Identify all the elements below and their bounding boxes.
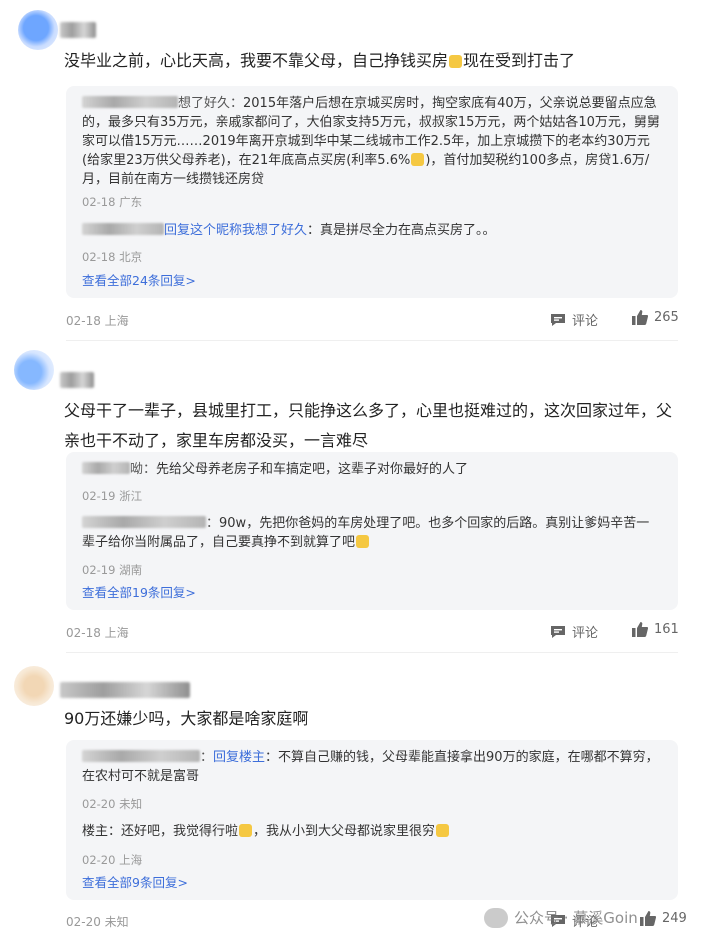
replies-box: 想了好久：2015年落户后想在京城买房时，掏空家底有40万，父亲说总要留点应急的…: [66, 86, 678, 298]
emoji-icon: [449, 55, 463, 68]
username[interactable]: [60, 372, 94, 388]
reply-meta: 02-19 湖南: [82, 563, 143, 577]
reply-username[interactable]: 楼主: [82, 824, 108, 839]
reply-2: ：90w，先把你爸妈的车房处理了吧。也多个回家的后路。真别让爹妈辛苦一辈子给你当…: [82, 516, 650, 550]
comment-button[interactable]: 评论: [550, 622, 598, 641]
thumbs-up-icon: [632, 622, 648, 637]
view-all-replies-link[interactable]: 查看全部9条回复>: [82, 872, 188, 891]
reply-1: 呦：先给父母养老房子和车搞定吧，这辈子对你最好的人了: [82, 460, 662, 479]
divider: [66, 652, 678, 653]
reply-username[interactable]: [82, 462, 130, 474]
username[interactable]: [60, 682, 190, 698]
comment-date: 02-18 上海: [66, 626, 129, 640]
reply-to-link[interactable]: 回复这个昵称我想了好久: [164, 223, 307, 238]
reply-2: 楼主：还好吧，我觉得行啦 ，我从小到大父母都说家里很穷: [82, 822, 662, 841]
emoji-icon: [436, 824, 450, 837]
like-button[interactable]: 161: [632, 622, 679, 637]
replies-box: ：回复楼主：不算自己赚的钱，父母辈能直接拿出90万的家庭，在哪都不算穷，在农村可…: [66, 740, 678, 900]
comment-date: 02-18 上海: [66, 314, 129, 328]
divider: [66, 340, 678, 341]
wechat-icon: [484, 907, 508, 928]
emoji-icon: [356, 535, 370, 548]
comment-text: 没毕业之前，心比天高，我要不靠父母，自己挣钱买房 现在受到打击了: [64, 51, 576, 70]
reply-username[interactable]: [82, 750, 200, 762]
reply-meta: 02-19 浙江: [82, 489, 143, 503]
reply-1: ：回复楼主：不算自己赚的钱，父母辈能直接拿出90万的家庭，在哪都不算穷，在农村可…: [82, 750, 659, 784]
avatar[interactable]: [18, 10, 58, 50]
reply-meta: 02-20 上海: [82, 853, 143, 867]
comment-icon: [551, 313, 565, 326]
reply-1: 想了好久：2015年落户后想在京城买房时，掏空家底有40万，父亲说总要留点应急的…: [82, 96, 660, 187]
reply-meta: 02-18 广东: [82, 195, 143, 209]
reply-username[interactable]: [82, 223, 164, 235]
avatar[interactable]: [14, 350, 54, 390]
reply-meta: 02-20 未知: [82, 797, 143, 811]
reply-meta: 02-18 北京: [82, 250, 143, 264]
comment-date: 02-20 未知: [66, 915, 129, 929]
avatar[interactable]: [14, 666, 54, 706]
thumbs-up-icon: [632, 310, 648, 325]
view-all-replies-link[interactable]: 查看全部24条回复>: [82, 270, 196, 289]
view-all-replies-link[interactable]: 查看全部19条回复>: [82, 582, 196, 601]
reply-to-link[interactable]: 回复楼主: [213, 750, 265, 765]
thumbs-up-icon: [640, 911, 656, 926]
like-button[interactable]: 249: [640, 911, 687, 926]
replies-box: 呦：先给父母养老房子和车搞定吧，这辈子对你最好的人了 02-19 浙江 ：90w…: [66, 452, 678, 610]
emoji-icon: [239, 824, 253, 837]
reply-username[interactable]: [82, 516, 206, 528]
like-button[interactable]: 265: [632, 310, 679, 325]
reply-2: 回复这个昵称我想了好久：真是拼尽全力在高点买房了。。: [82, 221, 662, 240]
emoji-icon: [411, 153, 425, 166]
comment-text: 90万还嫌少吗，大家都是啥家庭啊: [64, 709, 309, 728]
comment-button[interactable]: 评论: [550, 310, 598, 329]
reply-username[interactable]: [82, 96, 178, 108]
watermark: 公众号 · 慕溪Goin: [484, 907, 638, 928]
username[interactable]: [60, 22, 96, 38]
comment-icon: [551, 625, 565, 638]
comment-text: 父母干了一辈子，县城里打工，只能挣这么多了，心里也挺难过的，这次回家过年，父亲也…: [64, 401, 673, 450]
